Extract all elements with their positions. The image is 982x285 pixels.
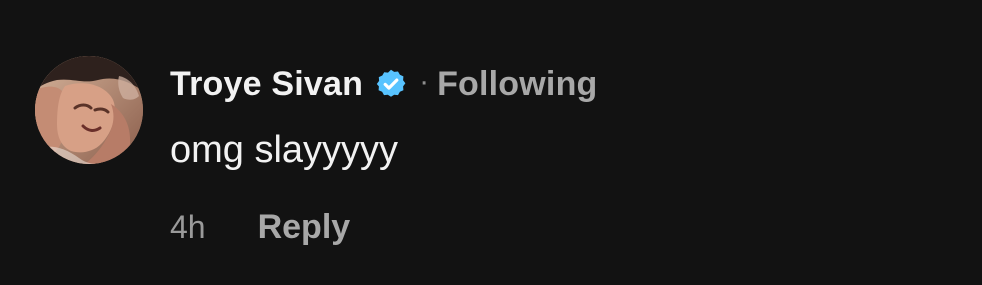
verified-badge-icon bbox=[376, 69, 406, 97]
comment-body: Troye Sivan · Following omg slayyyyy bbox=[170, 62, 962, 172]
reply-button[interactable]: Reply bbox=[258, 208, 351, 247]
comment-header: Troye Sivan · Following bbox=[170, 62, 962, 106]
comment-text: omg slayyyyy bbox=[170, 129, 399, 171]
avatar[interactable] bbox=[35, 56, 143, 164]
separator-dot: · bbox=[419, 65, 430, 98]
following-status[interactable]: Following bbox=[437, 65, 597, 104]
username[interactable]: Troye Sivan bbox=[170, 65, 363, 104]
comment-meta: 4h Reply bbox=[170, 205, 350, 249]
comment-item: Troye Sivan · Following omg slayyyyy 4h … bbox=[0, 0, 982, 285]
avatar-image bbox=[35, 56, 143, 164]
comment-timestamp: 4h bbox=[170, 208, 206, 245]
